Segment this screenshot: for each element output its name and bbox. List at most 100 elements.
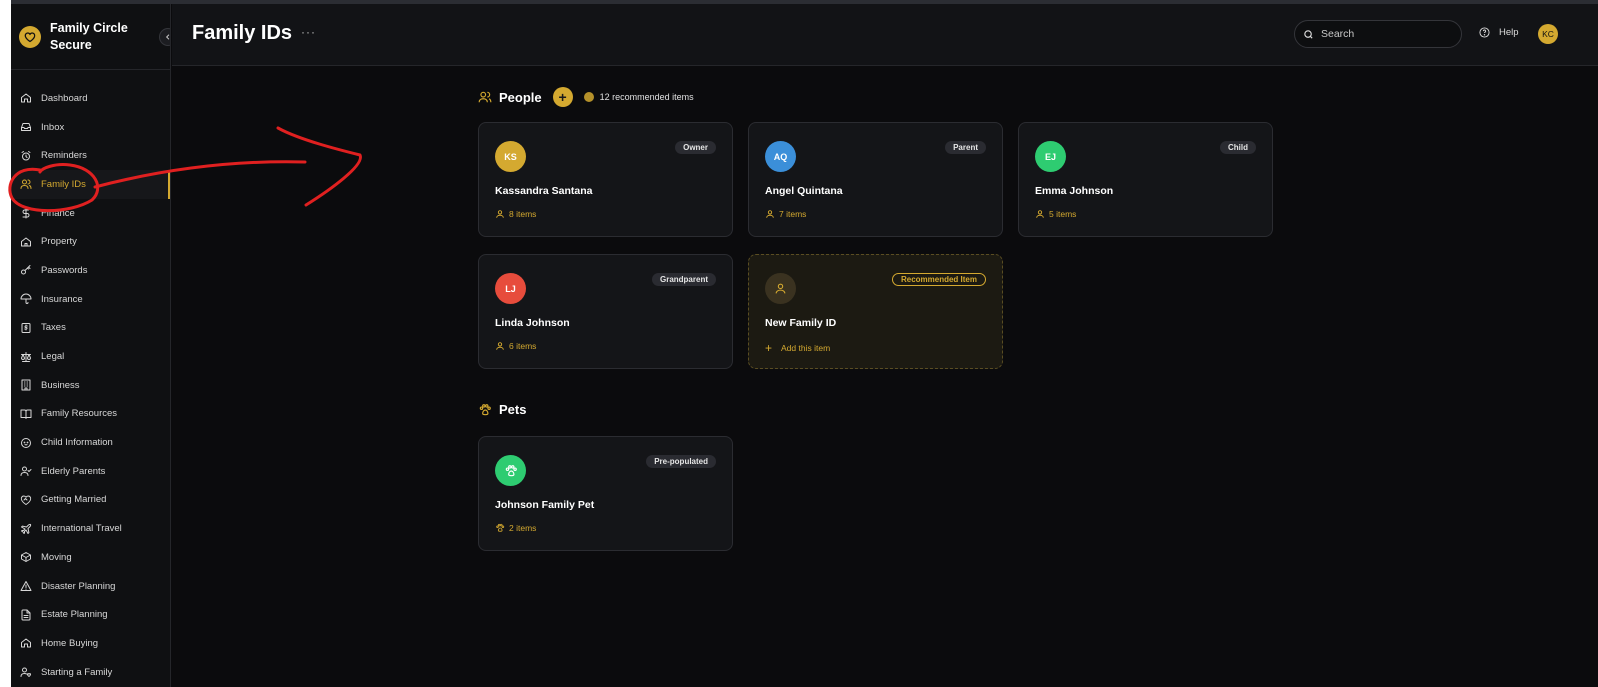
paw-icon bbox=[479, 403, 491, 415]
card-name: Emma Johnson bbox=[1035, 185, 1114, 197]
sidebar-item-inbox[interactable]: Inbox bbox=[11, 113, 170, 142]
add-item-label: Add this item bbox=[781, 343, 831, 353]
person-card[interactable]: EJ Child Emma Johnson 5 items bbox=[1018, 122, 1273, 237]
user-icon bbox=[1035, 209, 1045, 219]
heart-handshake-icon bbox=[19, 493, 32, 506]
sidebar-item-child-information[interactable]: Child Information bbox=[11, 428, 170, 457]
item-count-label: 5 items bbox=[1049, 209, 1077, 219]
collapse-sidebar-button[interactable] bbox=[159, 28, 170, 46]
top-header: Family IDs ··· Help KC bbox=[172, 4, 1598, 66]
user-heart-icon bbox=[19, 666, 32, 679]
sidebar-item-estate-planning[interactable]: Estate Planning bbox=[11, 600, 170, 629]
dollar-icon bbox=[19, 207, 32, 220]
sidebar-item-starting-a-family[interactable]: Starting a Family bbox=[11, 658, 170, 687]
sidebar-item-label: Elderly Parents bbox=[41, 465, 106, 477]
role-badge: Child bbox=[1220, 141, 1256, 154]
sidebar-item-property[interactable]: Property bbox=[11, 227, 170, 256]
sidebar-item-business[interactable]: Business bbox=[11, 371, 170, 400]
recommended-indicator bbox=[583, 92, 594, 102]
home-icon bbox=[19, 92, 32, 105]
help-circle-icon bbox=[1479, 27, 1490, 38]
pets-title: Pets bbox=[499, 402, 527, 417]
add-person-button[interactable]: + bbox=[552, 87, 573, 107]
sidebar-item-home-buying[interactable]: Home Buying bbox=[11, 629, 170, 658]
avatar: EJ bbox=[1035, 141, 1066, 172]
key-icon bbox=[19, 264, 32, 277]
sidebar-item-label: Legal bbox=[41, 351, 65, 363]
sidebar-item-dashboard[interactable]: Dashboard bbox=[11, 84, 170, 113]
sidebar-item-reminders[interactable]: Reminders bbox=[11, 141, 170, 170]
avatar: KS bbox=[495, 141, 526, 172]
scale-icon bbox=[19, 350, 32, 363]
paw-icon bbox=[495, 455, 526, 486]
role-badge: Owner bbox=[675, 141, 716, 154]
search-input[interactable] bbox=[1321, 28, 1451, 40]
user-avatar[interactable]: KC bbox=[1538, 24, 1558, 44]
item-count: 2 items bbox=[495, 523, 536, 533]
item-count-label: 8 items bbox=[509, 209, 537, 219]
sidebar-item-finance[interactable]: Finance bbox=[11, 199, 170, 228]
person-card[interactable]: AQ Parent Angel Quintana 7 items bbox=[748, 122, 1003, 237]
sidebar-item-insurance[interactable]: Insurance bbox=[11, 285, 170, 314]
item-count-label: 6 items bbox=[509, 341, 537, 351]
sidebar-item-label: Business bbox=[41, 379, 80, 391]
sidebar: Family Circle Secure Dashboard Inbox Remin… bbox=[11, 4, 171, 687]
sidebar-nav: Dashboard Inbox Reminders Family IDs Finance… bbox=[11, 70, 170, 686]
help-label: Help bbox=[1499, 27, 1519, 38]
recommended-count[interactable]: 12 recommended items bbox=[600, 92, 694, 102]
sidebar-item-disaster-planning[interactable]: Disaster Planning bbox=[11, 572, 170, 601]
umbrella-icon bbox=[19, 293, 32, 306]
item-count: 8 items bbox=[495, 209, 536, 219]
house-icon bbox=[19, 235, 32, 248]
pet-card[interactable]: Pre-populated Johnson Family Pet 2 items bbox=[478, 436, 733, 551]
person-card[interactable]: KS Owner Kassandra Santana 8 items bbox=[478, 122, 733, 237]
search-box[interactable] bbox=[1294, 20, 1462, 48]
help-button[interactable]: Help bbox=[1479, 27, 1519, 38]
sidebar-item-family-ids[interactable]: Family IDs bbox=[11, 170, 170, 199]
recommended-card[interactable]: Recommended Item New Family ID + Add thi… bbox=[748, 254, 1003, 369]
document-icon bbox=[19, 608, 32, 621]
screen-edge bbox=[0, 0, 11, 687]
sidebar-item-label: Reminders bbox=[41, 150, 87, 162]
plane-icon bbox=[19, 522, 32, 535]
card-name: Linda Johnson bbox=[495, 317, 570, 329]
pets-section-header: Pets bbox=[478, 402, 526, 417]
sidebar-item-label: Finance bbox=[41, 207, 75, 219]
paw-icon bbox=[495, 523, 505, 533]
sidebar-item-elderly-parents[interactable]: Elderly Parents bbox=[11, 457, 170, 486]
item-count-label: 7 items bbox=[779, 209, 807, 219]
sidebar-item-moving[interactable]: Moving bbox=[11, 543, 170, 572]
person-card[interactable]: LJ Grandparent Linda Johnson 6 items bbox=[478, 254, 733, 369]
warning-icon bbox=[19, 580, 32, 593]
user-check-icon bbox=[19, 465, 32, 478]
book-icon bbox=[19, 407, 32, 420]
role-badge: Pre-populated bbox=[646, 455, 716, 468]
role-badge: Parent bbox=[945, 141, 986, 154]
sidebar-item-legal[interactable]: Legal bbox=[11, 342, 170, 371]
more-options-button[interactable]: ··· bbox=[301, 25, 316, 39]
sidebar-item-label: Family Resources bbox=[41, 408, 118, 420]
box-icon bbox=[19, 551, 32, 564]
sidebar-item-getting-married[interactable]: Getting Married bbox=[11, 486, 170, 515]
card-name: Johnson Family Pet bbox=[495, 499, 595, 511]
recommended-badge: Recommended Item bbox=[891, 273, 986, 286]
brand[interactable]: Family Circle Secure bbox=[11, 4, 170, 70]
card-name: Kassandra Santana bbox=[495, 185, 593, 197]
sidebar-item-label: Moving bbox=[41, 551, 72, 563]
item-count: 6 items bbox=[495, 341, 536, 351]
receipt-dollar-icon bbox=[19, 321, 32, 334]
baby-icon bbox=[19, 436, 32, 449]
item-count-label: 2 items bbox=[509, 523, 537, 533]
sidebar-item-taxes[interactable]: Taxes bbox=[11, 314, 170, 343]
role-badge: Grandparent bbox=[651, 273, 716, 286]
user-placeholder-icon bbox=[765, 273, 796, 304]
sidebar-item-family-resources[interactable]: Family Resources bbox=[11, 400, 170, 429]
sidebar-item-label: Property bbox=[41, 236, 77, 248]
add-this-item-button[interactable]: + Add this item bbox=[765, 341, 830, 355]
sidebar-item-label: Inbox bbox=[41, 121, 65, 133]
sidebar-item-label: Estate Planning bbox=[41, 609, 108, 621]
sidebar-item-international-travel[interactable]: International Travel bbox=[11, 514, 170, 543]
sidebar-item-label: Child Information bbox=[41, 437, 113, 449]
card-name: Angel Quintana bbox=[765, 185, 843, 197]
sidebar-item-passwords[interactable]: Passwords bbox=[11, 256, 170, 285]
